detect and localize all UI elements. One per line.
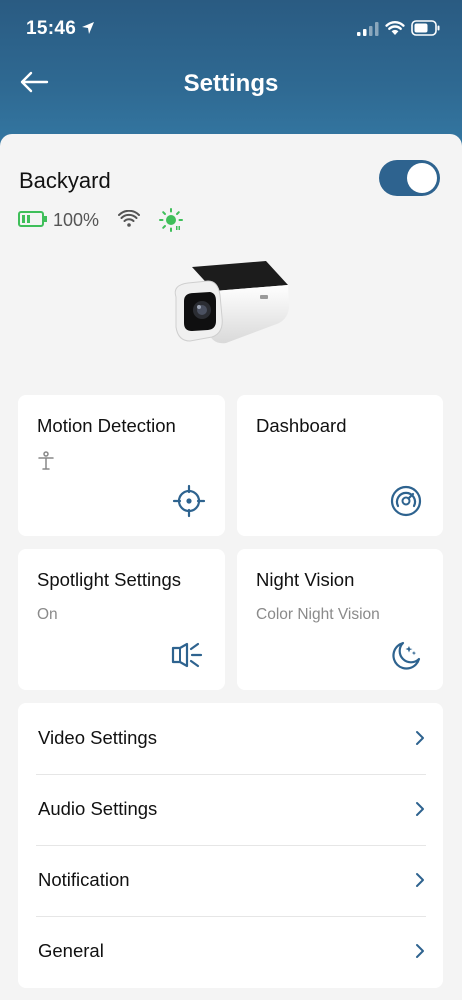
- menu-item-video-settings[interactable]: Video Settings: [18, 703, 443, 774]
- page-title: Settings: [183, 70, 279, 97]
- wifi-icon: [118, 210, 140, 227]
- status-time: 15:46: [26, 18, 77, 39]
- night-vision-card[interactable]: Night Vision Color Night Vision: [237, 549, 443, 690]
- person-detection-icon: [38, 451, 54, 470]
- battery-percentage: 100%: [53, 210, 100, 230]
- menu-item-audio-settings[interactable]: Audio Settings: [18, 774, 443, 845]
- header: 15:46 Settings: [0, 0, 462, 150]
- dashboard-gauge-icon: [390, 485, 422, 517]
- menu-item-general[interactable]: General: [18, 916, 443, 987]
- night-vision-mode: Color Night Vision: [256, 606, 380, 623]
- menu-item-label: General: [38, 940, 104, 961]
- motion-detection-title: Motion Detection: [37, 415, 176, 436]
- menu-item-label: Video Settings: [38, 727, 157, 748]
- chevron-right-icon: [416, 802, 424, 816]
- menu-item-label: Audio Settings: [38, 798, 158, 819]
- moon-stars-icon: [392, 641, 421, 670]
- battery-status-icon: [411, 20, 440, 36]
- device-toggle[interactable]: [379, 160, 440, 196]
- battery-icon: [18, 211, 47, 227]
- camera-image: [168, 255, 296, 355]
- location-arrow-icon: [82, 22, 94, 34]
- spotlight-settings-card[interactable]: Spotlight Settings On: [18, 549, 225, 690]
- spotlight-status: On: [37, 606, 58, 623]
- menu-item-label: Notification: [38, 869, 130, 890]
- chevron-right-icon: [416, 731, 424, 745]
- chevron-right-icon: [416, 873, 424, 887]
- menu-item-notification[interactable]: Notification: [18, 845, 443, 916]
- motion-detection-card[interactable]: Motion Detection: [18, 395, 225, 536]
- spotlight-settings-title: Spotlight Settings: [37, 569, 181, 590]
- solar-charging-icon: [159, 208, 183, 232]
- motion-target-icon: [172, 484, 206, 518]
- dashboard-title: Dashboard: [256, 415, 347, 436]
- chevron-right-icon: [416, 944, 424, 958]
- settings-menu: Video Settings Audio Settings Notificati…: [18, 703, 443, 988]
- device-name: Backyard: [19, 168, 111, 193]
- dashboard-card[interactable]: Dashboard: [237, 395, 443, 536]
- cellular-signal-icon: [357, 22, 379, 36]
- camera-illustration: [174, 261, 289, 344]
- toggle-knob: [407, 163, 437, 193]
- status-bar: 15:46: [0, 0, 462, 56]
- spotlight-icon: [171, 642, 203, 668]
- night-vision-title: Night Vision: [256, 569, 355, 590]
- wifi-status-icon: [385, 21, 405, 35]
